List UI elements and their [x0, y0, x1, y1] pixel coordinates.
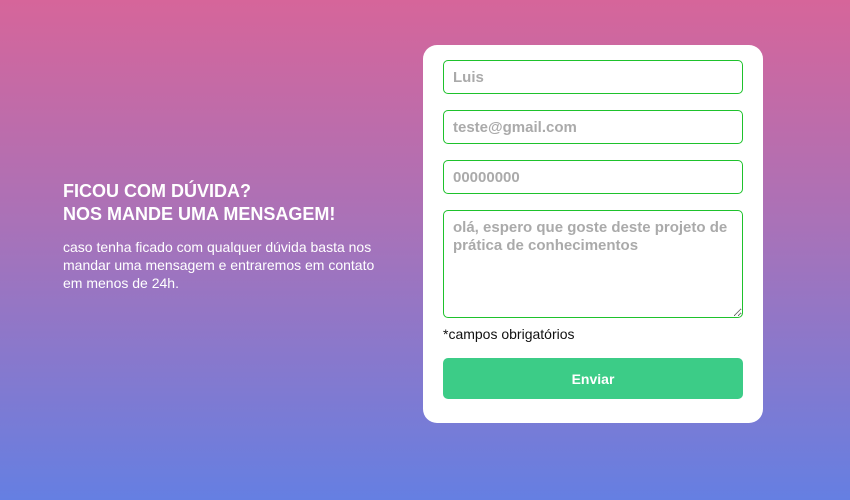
title-line-1: FICOU COM DÚVIDA? [63, 181, 251, 201]
required-fields-note: *campos obrigatórios [443, 326, 575, 342]
email-input[interactable] [443, 110, 743, 144]
contact-form: *campos obrigatórios Enviar [423, 45, 763, 423]
phone-input[interactable] [443, 160, 743, 194]
intro-text: caso tenha ficado com qualquer dúvida ba… [63, 239, 375, 291]
name-input[interactable] [443, 60, 743, 94]
intro-section: FICOU COM DÚVIDA? NOS MANDE UMA MENSAGEM!… [63, 180, 393, 292]
title-line-2: NOS MANDE UMA MENSAGEM! [63, 204, 336, 224]
submit-button[interactable]: Enviar [443, 358, 743, 399]
intro-title: FICOU COM DÚVIDA? NOS MANDE UMA MENSAGEM! [63, 180, 393, 226]
message-textarea[interactable] [443, 210, 743, 318]
